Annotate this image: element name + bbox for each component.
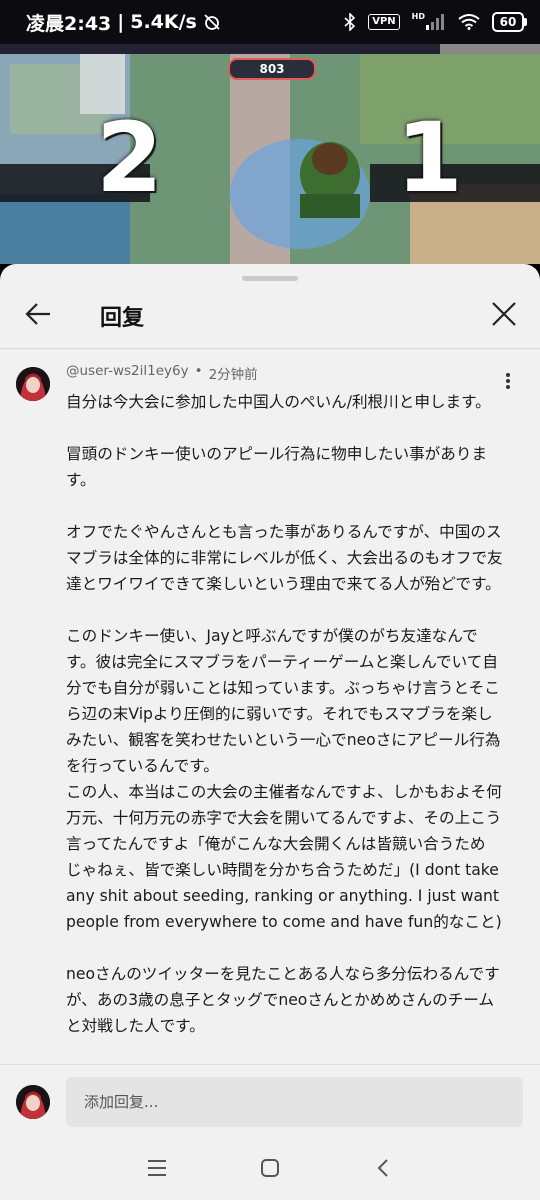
status-separator: |: [117, 11, 125, 33]
sheet-title: 回复: [100, 306, 145, 331]
menu-button[interactable]: [137, 1150, 177, 1190]
close-icon: [491, 301, 517, 331]
back-arrow-icon: [24, 302, 52, 330]
nav-back-icon: [376, 1158, 390, 1182]
wifi-icon: [458, 14, 480, 30]
drag-handle[interactable]: [242, 276, 298, 281]
bluetooth-icon: [344, 13, 356, 31]
avatar[interactable]: [16, 367, 50, 401]
reply-sheet: 回复 @user-ws2il1ey6y • 2分钟前 自分は今大会に参加した中国…: [0, 264, 540, 1200]
status-speed: 5.4K/s: [130, 11, 197, 33]
battery-icon: 60: [492, 12, 527, 32]
left-score: 2: [96, 102, 163, 214]
vpn-icon: VPN: [368, 14, 400, 30]
close-button[interactable]: [484, 296, 524, 336]
comment-meta: @user-ws2il1ey6y • 2分钟前: [66, 363, 258, 383]
meta-dot: •: [194, 363, 203, 379]
navigation-bar: [0, 1140, 540, 1200]
comment-username[interactable]: @user-ws2il1ey6y: [66, 363, 189, 383]
reply-input[interactable]: 添加回复...: [66, 1077, 523, 1127]
network-label: HD: [411, 11, 425, 21]
comment-time: 2分钟前: [208, 367, 258, 383]
status-time: 凌晨2:43: [26, 12, 112, 35]
comment-body: 自分は今大会に参加した中国人のぺいん/利根川と申します。 冒頭のドンキー使いのア…: [66, 393, 503, 1139]
status-bar: 凌晨2:43 | 5.4K/s VPN HD 60: [0, 0, 540, 44]
home-button[interactable]: [250, 1150, 290, 1190]
home-icon: [260, 1158, 280, 1182]
menu-icon: [147, 1159, 167, 1181]
nav-back-button[interactable]: [363, 1150, 403, 1190]
match-timer: 803: [228, 58, 316, 80]
reply-bar: 添加回复...: [0, 1064, 540, 1141]
video-player[interactable]: 2 1 803: [0, 44, 540, 264]
signal-icon: HD: [411, 11, 446, 30]
my-avatar: [16, 1085, 50, 1119]
sheet-header: 回复: [0, 288, 540, 346]
alarm-off-icon: [203, 13, 221, 31]
comment-item: @user-ws2il1ey6y • 2分钟前 自分は今大会に参加した中国人のぺ…: [0, 349, 540, 1139]
back-button[interactable]: [18, 296, 58, 336]
right-score: 1: [396, 102, 463, 214]
